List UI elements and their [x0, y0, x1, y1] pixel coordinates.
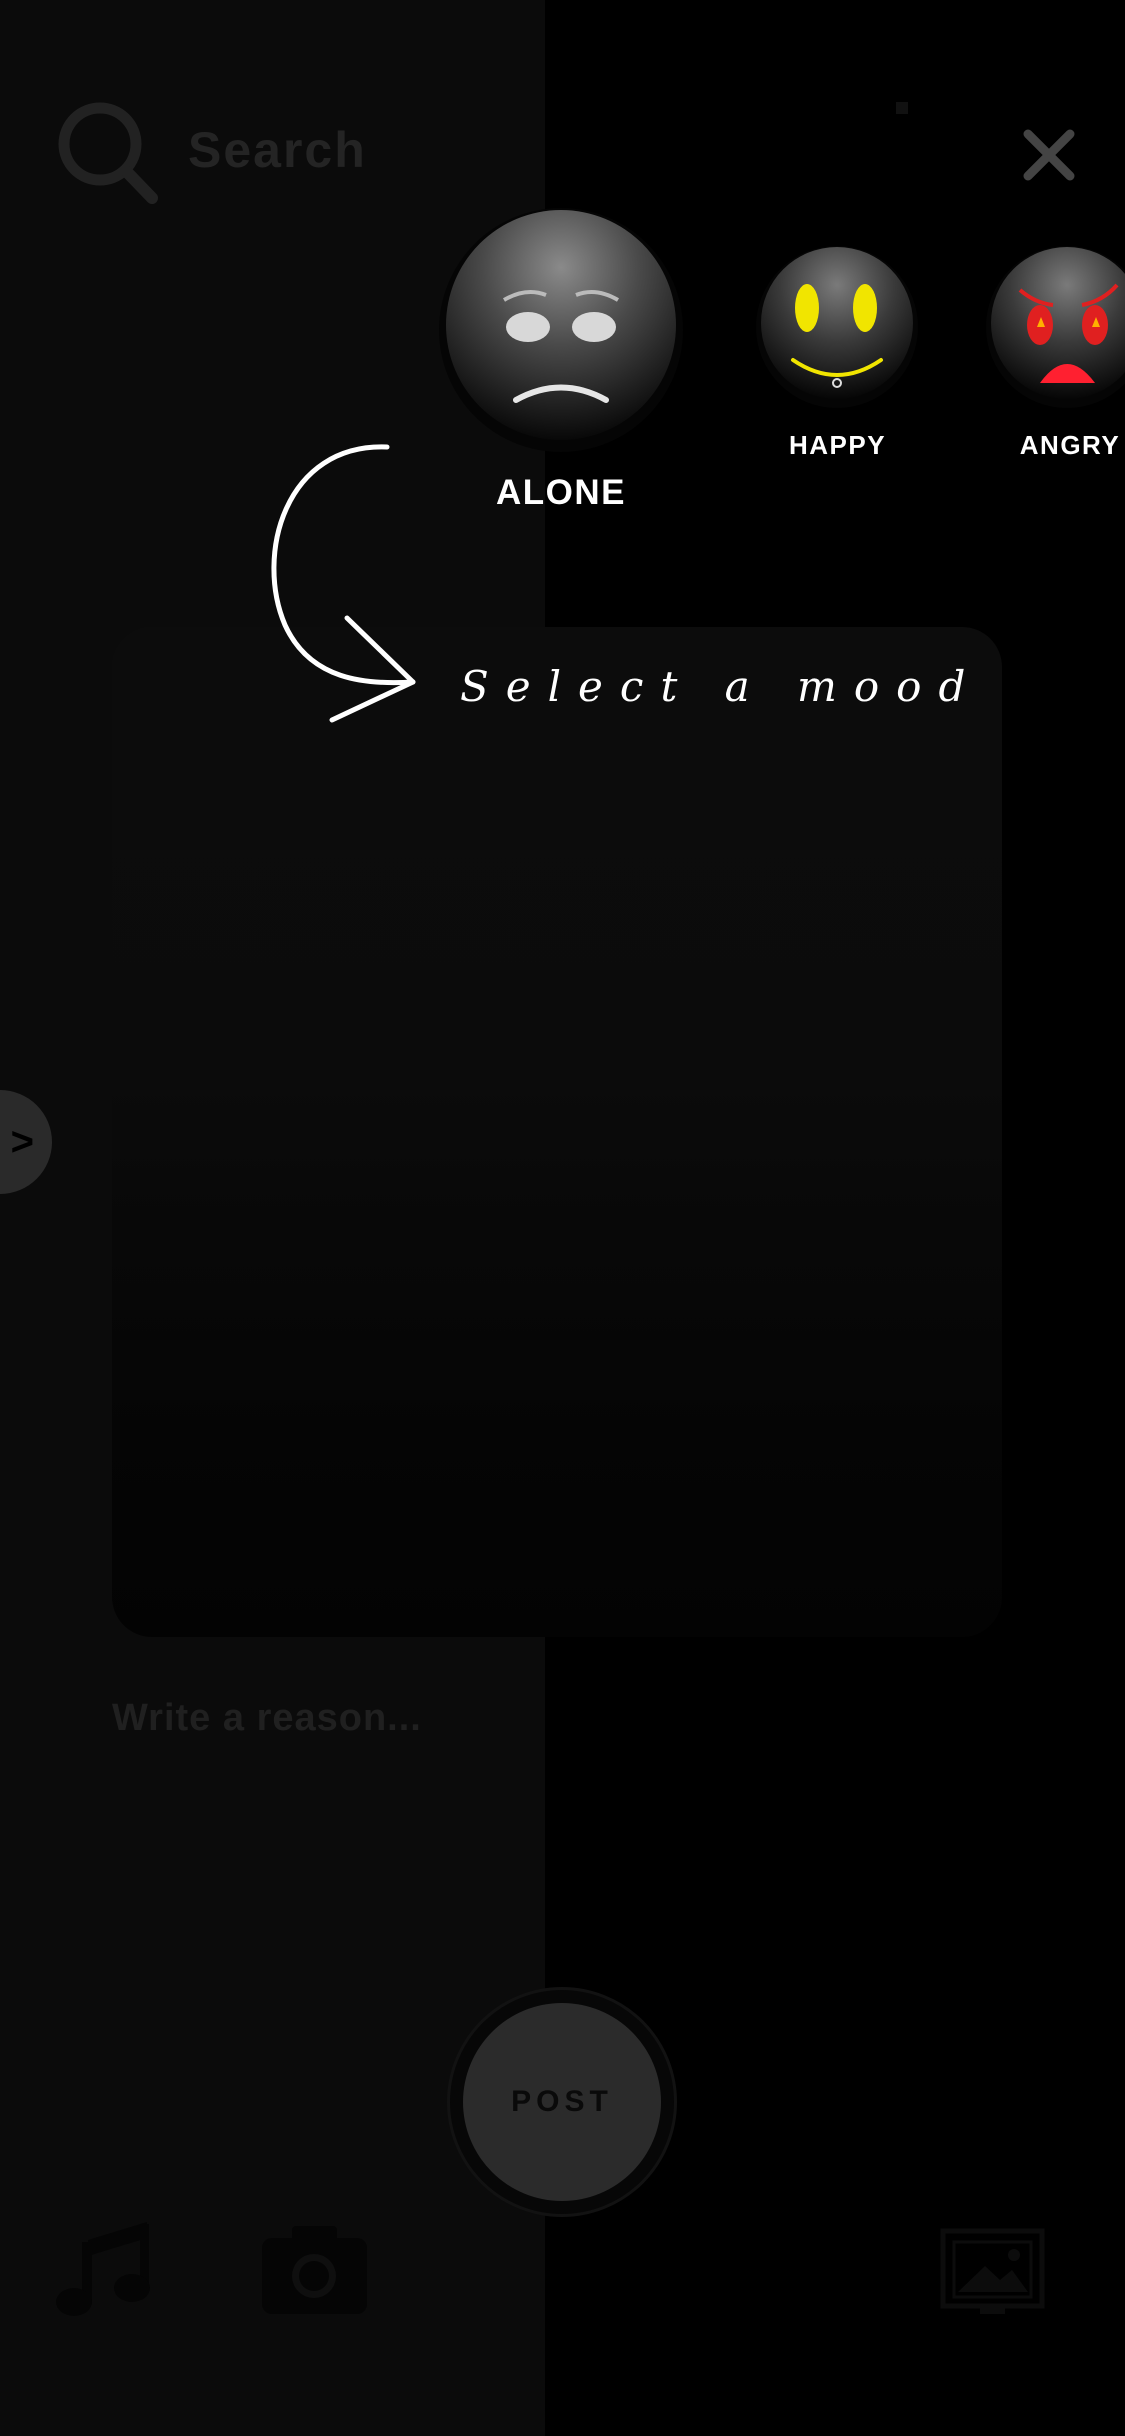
post-card[interactable]: [112, 627, 1002, 1637]
sad-face-icon: [439, 208, 683, 452]
search-icon[interactable]: [52, 98, 162, 208]
search-input[interactable]: Search: [188, 121, 367, 179]
mood-option-happy[interactable]: HAPPY: [755, 245, 920, 460]
select-mood-hint: Select a mood: [460, 662, 983, 711]
camera-icon[interactable]: [262, 2226, 367, 2316]
status-dot: [896, 102, 908, 114]
mood-label-alone: ALONE: [496, 473, 626, 512]
reason-input[interactable]: [112, 1688, 962, 1748]
chevron-right-icon: >: [10, 1119, 34, 1164]
angry-face-icon: [986, 246, 1125, 408]
close-icon[interactable]: [1022, 128, 1076, 182]
happy-face-icon: [756, 246, 918, 408]
music-note-icon[interactable]: [52, 2218, 157, 2323]
post-button[interactable]: POST: [463, 2003, 661, 2201]
mood-label-angry: ANGRY: [1019, 430, 1121, 460]
curved-arrow-icon: [271, 444, 416, 723]
mood-option-angry[interactable]: ANGRY: [985, 245, 1125, 460]
mood-option-alone[interactable]: ALONE: [436, 205, 686, 525]
gallery-image-icon[interactable]: [940, 2228, 1045, 2318]
mood-label-happy: HAPPY: [788, 430, 887, 460]
